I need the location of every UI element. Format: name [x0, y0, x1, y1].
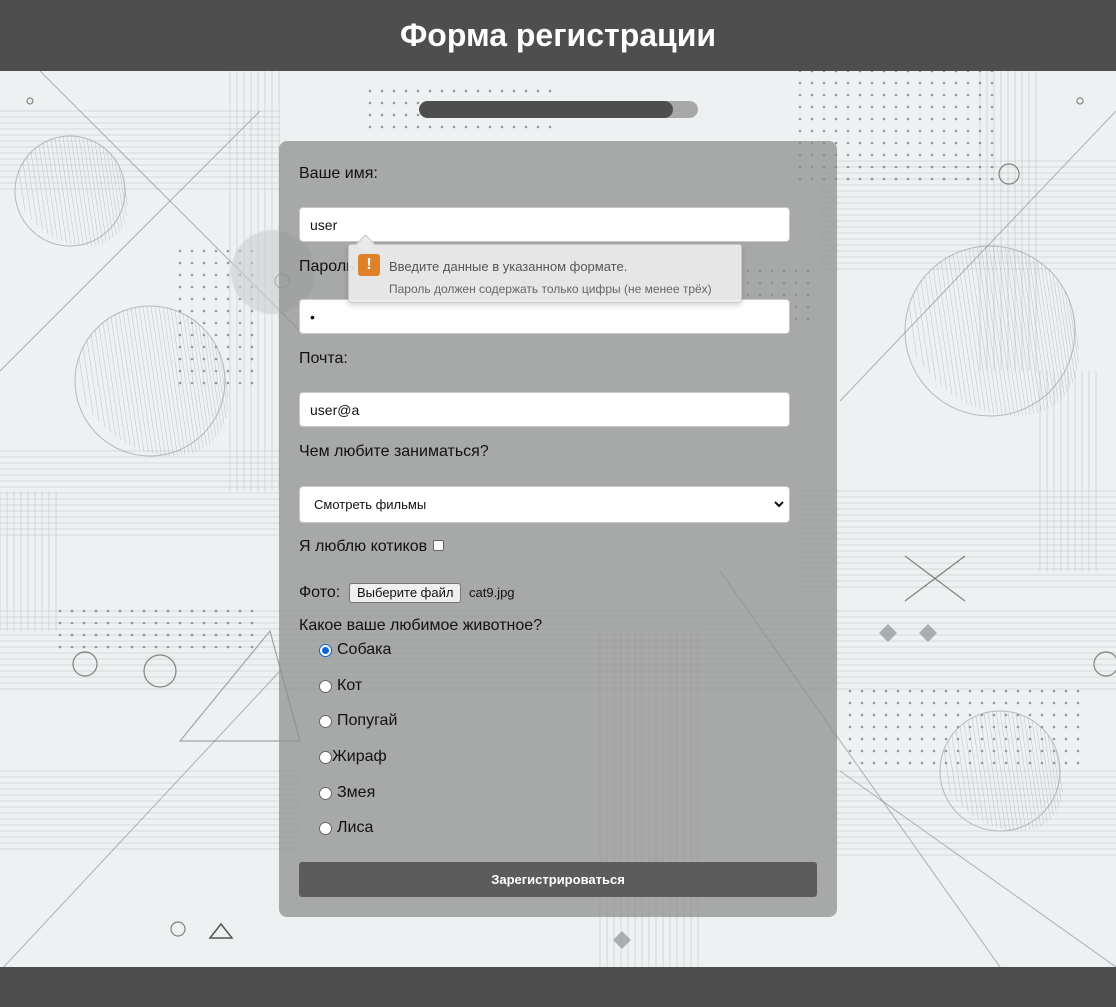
radio-label: Лиса	[337, 819, 374, 836]
hobby-selected-value: Смотреть фильмы	[314, 497, 427, 512]
page-footer	[0, 967, 1116, 1007]
radio-giraffe[interactable]	[319, 751, 332, 764]
radio-cat[interactable]	[319, 680, 332, 693]
radio-label: Кот	[337, 677, 363, 694]
radio-label: Попугай	[337, 712, 398, 729]
tooltip-title: Введите данные в указанном формате.	[389, 259, 628, 274]
hobby-label: Чем любите заниматься?	[299, 443, 489, 460]
validation-tooltip: ! Введите данные в указанном формате. Па…	[348, 234, 742, 303]
email-input[interactable]	[299, 392, 790, 427]
radio-label: Жираф	[332, 748, 387, 765]
photo-label: Фото:	[299, 584, 341, 601]
tooltip-message: Пароль должен содержать только цифры (не…	[389, 282, 712, 296]
progress-fill	[419, 101, 673, 118]
radio-label: Змея	[337, 784, 376, 801]
warning-icon: !	[358, 254, 380, 276]
cats-checkbox[interactable]	[433, 540, 444, 551]
radio-snake[interactable]	[319, 787, 332, 800]
name-input[interactable]	[299, 207, 790, 242]
password-input[interactable]	[299, 299, 790, 334]
radio-fox[interactable]	[319, 822, 332, 835]
file-name: cat9.jpg	[469, 585, 515, 600]
cats-label: Я люблю котиков	[299, 538, 428, 555]
progress-bar	[419, 101, 698, 118]
email-label: Почта:	[299, 350, 348, 367]
register-button[interactable]: Зарегистрироваться	[299, 862, 817, 897]
page-title: Форма регистрации	[399, 17, 717, 53]
hobby-select[interactable]: Смотреть фильмы	[299, 486, 790, 523]
radio-dog[interactable]	[319, 644, 332, 657]
radio-parrot[interactable]	[319, 715, 332, 728]
page-header: Форма регистрации	[0, 0, 1116, 71]
animal-label: Какое ваше любимое животное?	[299, 617, 543, 634]
choose-file-button[interactable]: Выберите файл	[349, 583, 462, 603]
radio-label: Собака	[337, 641, 392, 658]
chevron-down-icon	[774, 501, 784, 508]
name-label: Ваше имя:	[299, 165, 378, 182]
